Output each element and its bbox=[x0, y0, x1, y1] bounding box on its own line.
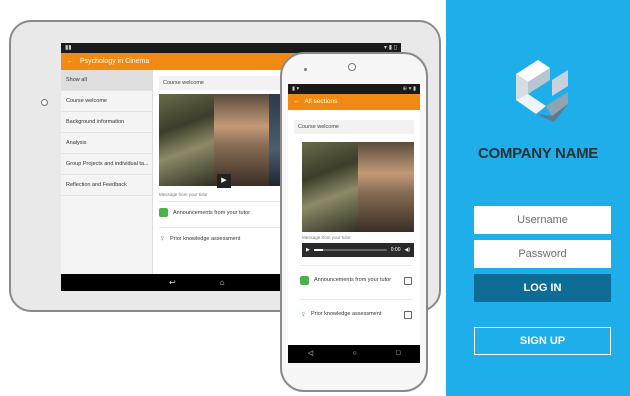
movie-poster-image bbox=[214, 94, 269, 186]
phone-status-bar: ▮ ▾ ⊕ ▾ ▮ bbox=[288, 84, 420, 94]
sidebar-item-analysis[interactable]: Analysis bbox=[61, 133, 152, 154]
lightbulb-icon: ♀ bbox=[300, 309, 307, 319]
recents-nav-icon[interactable]: □ bbox=[396, 345, 400, 363]
list-item[interactable]: ♀ Prior knowledge assessment bbox=[300, 299, 412, 325]
home-nav-icon[interactable]: ⌂ bbox=[220, 274, 225, 291]
back-nav-icon[interactable]: ◁ bbox=[308, 345, 313, 363]
phone-screen: ▮ ▾ ⊕ ▾ ▮ ← All sections Course welcome M… bbox=[288, 84, 420, 363]
sidebar-item-course-welcome[interactable]: Course welcome bbox=[61, 91, 152, 112]
play-icon[interactable]: ▶ bbox=[306, 247, 310, 253]
play-icon[interactable]: ▶ bbox=[217, 174, 231, 188]
login-button[interactable]: LOG IN bbox=[474, 274, 611, 302]
company-name: COMPANY NAME bbox=[477, 145, 599, 162]
movie-poster-image bbox=[159, 94, 214, 186]
player-time: 0:00 bbox=[390, 247, 401, 253]
home-nav-icon[interactable]: ○ bbox=[352, 345, 356, 363]
volume-icon[interactable]: ◀) bbox=[404, 247, 410, 253]
back-arrow-icon[interactable]: ← bbox=[67, 53, 74, 70]
list-item[interactable]: Announcements from your tutor bbox=[300, 265, 412, 291]
signup-button[interactable]: SIGN UP bbox=[474, 327, 611, 355]
password-input[interactable] bbox=[474, 240, 611, 268]
list-item-label: Announcements from your tutor bbox=[314, 277, 392, 283]
announcement-icon bbox=[159, 208, 168, 217]
list-item-label: Announcements from your tutor bbox=[173, 209, 251, 216]
sidebar-item-background[interactable]: Background information bbox=[61, 112, 152, 133]
phone-card-title: Course welcome bbox=[294, 120, 414, 134]
sidebar-item-show-all[interactable]: Show all bbox=[61, 70, 152, 91]
checkbox[interactable] bbox=[404, 310, 412, 319]
phone-device: ▮ ▾ ⊕ ▾ ▮ ← All sections Course welcome M… bbox=[280, 52, 428, 392]
marketing-screen: ▮▮ ▾ ▮ ▯ ← Psychology in Cinema Show all … bbox=[0, 0, 630, 396]
list-item-label: Prior knowledge assessment bbox=[170, 235, 241, 242]
announcement-icon bbox=[300, 276, 309, 285]
login-panel: COMPANY NAME LOG IN SIGN UP bbox=[446, 0, 630, 396]
tablet-camera bbox=[41, 99, 48, 106]
phone-video[interactable] bbox=[302, 142, 414, 232]
phone-nav-bar: ◁ ○ □ bbox=[288, 345, 420, 363]
phone-message-label: Message from your tutor bbox=[302, 235, 351, 240]
sidebar-item-group-projects[interactable]: Group Projects and individual ta... bbox=[61, 154, 152, 175]
back-arrow-icon[interactable]: ← bbox=[293, 94, 300, 110]
tablet-sidebar: Show all Course welcome Background infor… bbox=[61, 70, 153, 274]
tablet-app-title: Psychology in Cinema bbox=[80, 58, 150, 65]
username-input[interactable] bbox=[474, 206, 611, 234]
back-nav-icon[interactable]: ↩ bbox=[169, 274, 176, 291]
phone-app-title: All sections bbox=[304, 98, 338, 105]
company-logo bbox=[516, 60, 568, 122]
list-item-label: Prior knowledge assessment bbox=[311, 311, 382, 317]
sidebar-item-reflection[interactable]: Reflection and Feedback bbox=[61, 175, 152, 196]
phone-app-bar: ← All sections bbox=[288, 94, 420, 110]
lightbulb-icon: ♀ bbox=[159, 233, 166, 243]
phone-sensor bbox=[304, 68, 307, 71]
movie-poster-image bbox=[358, 142, 414, 232]
tablet-video[interactable]: ▶ bbox=[159, 94, 299, 188]
checkbox[interactable] bbox=[404, 276, 412, 285]
movie-poster-image bbox=[302, 142, 358, 232]
video-player-controls[interactable]: ▶ 0:00 ◀) bbox=[302, 243, 414, 257]
phone-camera bbox=[348, 63, 356, 71]
seek-bar-fill bbox=[313, 249, 323, 251]
seek-bar[interactable] bbox=[313, 249, 387, 251]
